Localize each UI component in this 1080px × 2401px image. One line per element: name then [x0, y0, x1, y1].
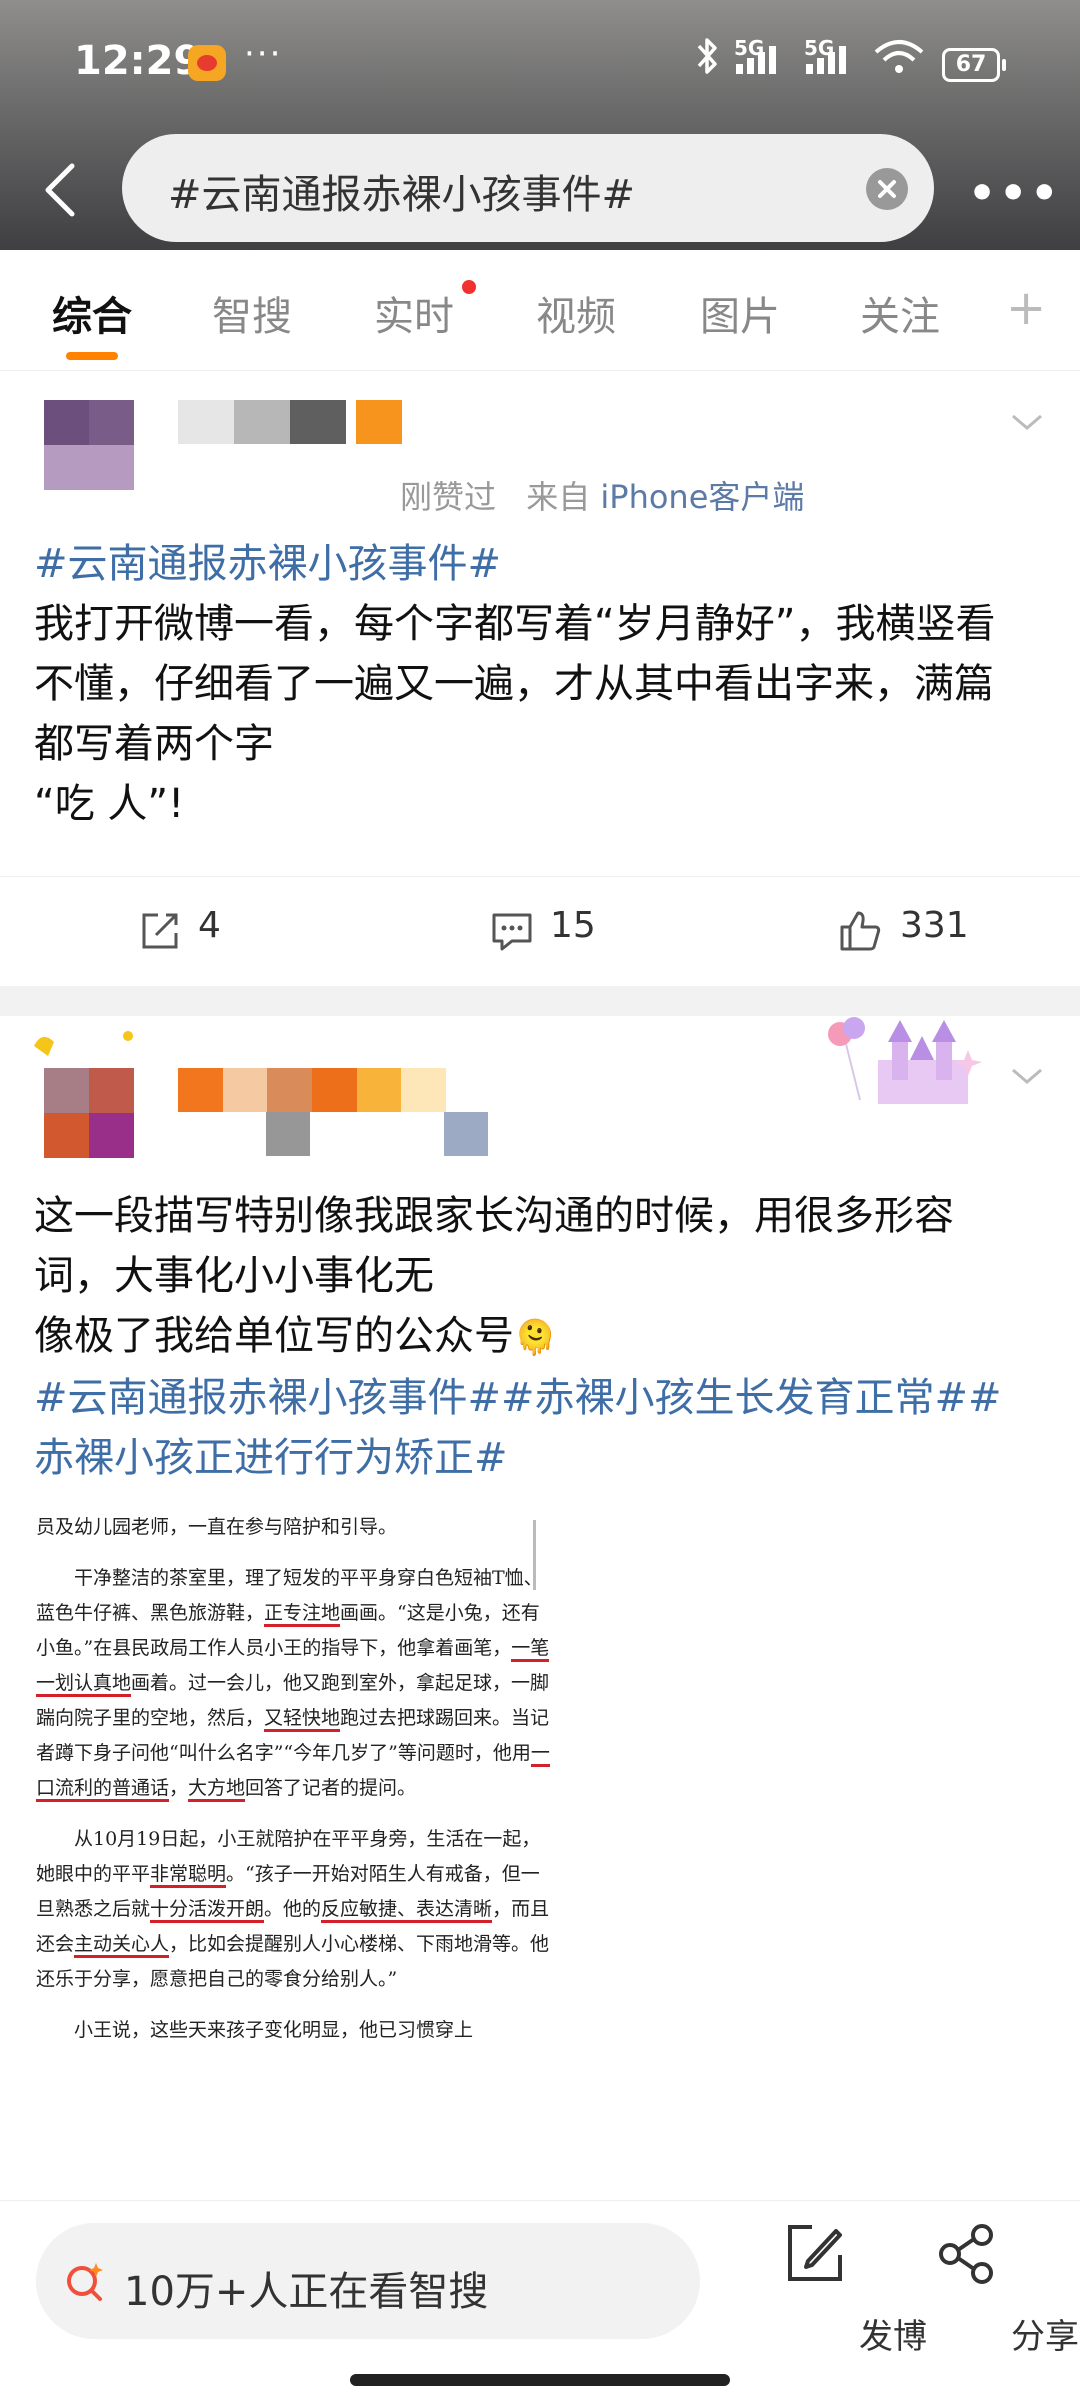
article-para-0: 员及幼儿园老师，一直在参与陪护和引导。	[36, 1516, 398, 1538]
add-tab-button[interactable]: +	[1006, 280, 1046, 336]
status-more: ···	[244, 34, 283, 74]
tab-following[interactable]: 关注	[860, 284, 940, 342]
active-tab-indicator	[66, 352, 118, 360]
post2-hashtags-2[interactable]: 赤裸小孩正进行行为矫正#	[34, 1428, 1054, 1488]
tab-smart-search[interactable]: 智搜	[212, 284, 292, 342]
post2-content: 这一段描写特别像我跟家长沟通的时候，用很多形容 词，大事化小小事化无 像极了我给…	[34, 1186, 1054, 1488]
post1-hashtag[interactable]: #云南通报赤裸小孩事件#	[34, 534, 1054, 594]
meta-liked: 刚赞过	[400, 478, 497, 516]
search-input[interactable]: #云南通报赤裸小孩事件#	[122, 134, 934, 242]
smart-search-pill[interactable]: 10万+人正在看智搜	[36, 2223, 700, 2339]
back-arrow-icon[interactable]	[38, 160, 84, 220]
article-para-1: 干净整洁的茶室里，理了短发的平平身穿白色短袖T恤、蓝色牛仔裤、黑色旅游鞋，正专注…	[36, 1561, 552, 1806]
avatar[interactable]	[44, 400, 134, 490]
bottom-bar: 10万+人正在看智搜 发博 分享	[0, 2200, 1080, 2401]
user-badge	[356, 400, 402, 444]
battery-indicator: 67	[942, 48, 1006, 82]
weibo-app-icon	[188, 45, 226, 81]
signal-icon-2	[806, 46, 846, 74]
user-badge	[444, 1112, 488, 1156]
meta-from: 来自	[526, 478, 591, 516]
post2-line-1: 这一段描写特别像我跟家长沟通的时候，用很多形容	[34, 1193, 954, 1239]
post1-line-2: 不懂，仔细看了一遍又一遍，才从其中看出字来，满篇	[34, 661, 994, 707]
article-scrollbar	[533, 1520, 536, 1590]
post1-actions: 4 15 331	[0, 876, 1080, 987]
post-label: 发博	[859, 2317, 927, 2357]
tab-realtime[interactable]: 实时	[374, 284, 454, 342]
chevron-down-icon[interactable]	[1010, 1058, 1044, 1092]
status-bar: 12:29 ··· 5G 5G 67	[0, 0, 1080, 130]
post1-content: #云南通报赤裸小孩事件# 我打开微博一看，每个字都写着“岁月静好”，我横竖看 不…	[34, 534, 1054, 834]
meta-source[interactable]: iPhone客户端	[600, 478, 804, 516]
share-label: 分享	[1011, 2317, 1079, 2357]
tab-video[interactable]: 视频	[536, 284, 616, 342]
repost-icon[interactable]	[138, 909, 182, 953]
post2-hashtags-1[interactable]: #云南通报赤裸小孩事件##赤裸小孩生长发育正常##	[34, 1368, 1054, 1428]
avatar[interactable]	[44, 1068, 134, 1158]
share-icon	[939, 2224, 993, 2284]
smart-search-icon	[67, 2263, 103, 2301]
search-query: #云南通报赤裸小孩事件#	[168, 172, 636, 218]
username-blurred[interactable]	[178, 1068, 447, 1112]
emoji: 🫠	[514, 1318, 557, 1358]
status-time: 12:29	[74, 38, 202, 84]
tab-images[interactable]: 图片	[700, 284, 780, 342]
article-para-3: 小王说，这些天来孩子变化明显，他已习惯穿上	[74, 2019, 474, 2041]
top-header: 12:29 ··· 5G 5G 67 #云南通报赤裸小孩事件# •••	[0, 0, 1080, 250]
post1-line-1: 我打开微博一看，每个字都写着“岁月静好”，我横竖看	[34, 601, 996, 647]
chevron-down-icon[interactable]	[1010, 404, 1044, 438]
post2-line-2: 词，大事化小小事化无	[34, 1253, 434, 1299]
post1-line-3: 都写着两个字	[34, 721, 274, 767]
share-button[interactable]: 分享	[922, 2221, 1079, 2357]
avatar-decoration	[34, 1031, 133, 1056]
post2-line-3: 像极了我给单位写的公众号🫠	[34, 1313, 557, 1359]
smart-search-text: 10万+人正在看智搜	[124, 2269, 489, 2315]
post1-line-4: “吃 人”!	[34, 781, 185, 827]
home-indicator[interactable]	[350, 2374, 730, 2386]
compose-icon	[788, 2225, 842, 2281]
user-badge	[266, 1112, 310, 1156]
like-count[interactable]: 331	[900, 905, 969, 946]
comment-icon[interactable]	[490, 909, 534, 953]
realtime-badge-dot	[462, 280, 476, 294]
clear-icon[interactable]	[866, 168, 908, 210]
article-para-2: 从10月19日起，小王就陪护在平平身旁，生活在一起，她眼中的平平非常聪明。“孩子…	[36, 1828, 550, 1990]
more-options-button[interactable]: •••	[968, 168, 1061, 219]
wifi-icon	[874, 40, 924, 73]
repost-count[interactable]: 4	[198, 905, 221, 946]
tab-comprehensive[interactable]: 综合	[52, 284, 132, 342]
castle-decoration-icon	[828, 1017, 982, 1104]
post-button[interactable]: 发博	[770, 2221, 927, 2357]
article-screenshot-image[interactable]: 员及幼儿园老师，一直在参与陪护和引导。 干净整洁的茶室里，理了短发的平平身穿白色…	[36, 1510, 552, 2200]
bluetooth-icon	[697, 38, 717, 74]
search-tabs: 综合 智搜 实时 视频 图片 关注	[0, 250, 1080, 371]
post-meta: 刚赞过 来自 iPhone客户端	[400, 472, 804, 518]
comment-count[interactable]: 15	[550, 905, 596, 946]
like-icon[interactable]	[838, 909, 882, 953]
signal-icon-1	[736, 46, 776, 74]
